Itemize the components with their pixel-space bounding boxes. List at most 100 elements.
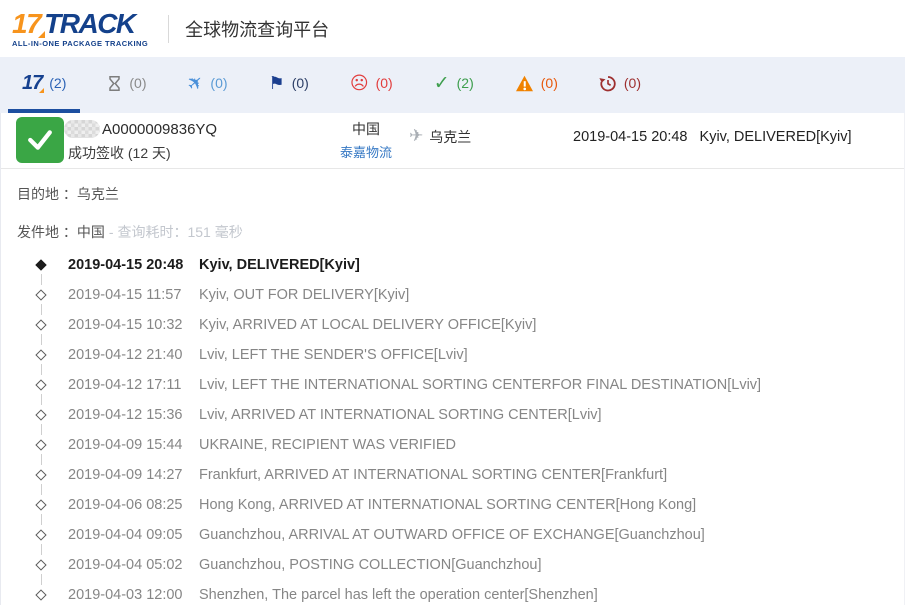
event-status: Kyiv, OUT FOR DELIVERY[Kyiv] (199, 287, 410, 303)
sad-face-icon: ☹ (349, 73, 369, 93)
check-icon: ✓ (433, 72, 450, 94)
diamond-hollow-icon (35, 349, 47, 361)
timeline-event: 2019-04-09 15:44 UKRAINE, RECIPIENT WAS V… (1, 430, 904, 465)
tab-arrived[interactable]: ⚑ (0) (255, 57, 323, 113)
warning-icon (515, 75, 533, 91)
logo-track: TRACK (44, 7, 136, 39)
origin-column: 中国 泰嘉物流 (331, 119, 401, 162)
latest-event-time: 2019-04-15 20:48 (573, 129, 688, 145)
timeline-event: 2019-04-12 21:40 Lviv, LEFT THE SENDER'S … (1, 340, 904, 375)
tab-exception[interactable]: (0) (501, 57, 572, 113)
delivered-check-icon (16, 117, 64, 163)
event-date: 2019-04-04 09:05 (68, 527, 183, 543)
history-icon (599, 76, 616, 92)
tab-expired[interactable]: (0) (585, 57, 655, 113)
tab-delivered[interactable]: ✓ (2) (420, 57, 488, 113)
event-date: 2019-04-15 20:48 (68, 257, 184, 273)
timeline-event: 2019-04-03 12:00 Shenzhen, The parcel has… (1, 580, 904, 605)
diamond-hollow-icon (35, 529, 47, 541)
event-status: Lviv, LEFT THE INTERNATIONAL SORTING CEN… (199, 377, 762, 393)
origin-value: 中国 (76, 224, 105, 240)
tab-count: (0) (623, 75, 641, 91)
event-status: Lviv, LEFT THE SENDER'S OFFICE[Lviv] (199, 347, 468, 363)
diamond-hollow-icon (35, 499, 47, 511)
header-divider (168, 14, 170, 43)
shipment-card[interactable]: A0000009836YQ 成功签收 (12 天) 中国 泰嘉物流 ✈ 乌克兰 … (1, 113, 904, 169)
tab-count: (0) (375, 75, 393, 91)
diamond-filled-icon (35, 259, 47, 271)
tracking-timeline: 2019-04-15 20:48 Kyiv, DELIVERED[Kyiv] 201… (1, 250, 904, 605)
logo-wordmark: 17 TRACK (12, 7, 148, 39)
flag-icon: ⚑ (268, 73, 285, 93)
event-date: 2019-04-12 17:11 (68, 377, 182, 393)
event-date: 2019-04-15 10:32 (68, 317, 183, 333)
event-status: Hong Kong, ARRIVED AT INTERNATIONAL SORT… (199, 497, 697, 513)
tab-transit[interactable]: ✈ (0) (174, 57, 242, 113)
timeline-event: 2019-04-12 17:11 Lviv, LEFT THE INTERNATI… (1, 370, 904, 405)
event-status: Shenzhen, The parcel has left the operat… (199, 587, 598, 603)
diamond-hollow-icon (35, 409, 47, 421)
diamond-hollow-icon (35, 379, 47, 391)
timeline-event: 2019-04-15 10:32 Kyiv, ARRIVED AT LOCAL D… (1, 310, 904, 345)
event-status: Kyiv, DELIVERED[Kyiv] (199, 257, 360, 273)
destination-row: 目的地 ： 乌克兰 (17, 183, 904, 205)
17track-logo[interactable]: 17 TRACK ALL-IN-ONE PACKAGE TRACKING (12, 7, 149, 48)
origin-label: 发件地 ： (17, 224, 77, 240)
shipment-info: A0000009836YQ 成功签收 (12 天) (64, 118, 217, 163)
destination-value: 乌克兰 (76, 186, 119, 202)
event-status: UKRAINE, RECIPIENT WAS VERIFIED (199, 437, 457, 453)
diamond-hollow-icon (35, 319, 47, 331)
hourglass-icon (109, 75, 121, 91)
timeline-event: 2019-04-15 20:48 Kyiv, DELIVERED[Kyiv] (1, 250, 904, 285)
tab-all[interactable]: 17 (2) (8, 57, 81, 113)
event-date: 2019-04-04 05:02 (68, 557, 183, 573)
tracking-number-text: A0000009836YQ (102, 120, 218, 138)
event-status: Lviv, ARRIVED AT INTERNATIONAL SORTING C… (199, 407, 602, 423)
logo-tagline: ALL-IN-ONE PACKAGE TRACKING (12, 38, 149, 48)
diamond-hollow-icon (35, 289, 47, 301)
diamond-hollow-icon (35, 589, 47, 601)
route-plane-icon: ✈ (409, 126, 424, 145)
results-panel: A0000009836YQ 成功签收 (12 天) 中国 泰嘉物流 ✈ 乌克兰 … (0, 113, 905, 605)
event-status: Guanchzhou, POSTING COLLECTION[Guanchzho… (199, 557, 542, 573)
tab-undelivered[interactable]: ☹ (0) (336, 57, 407, 113)
privacy-blur (64, 120, 100, 138)
timeline-event: 2019-04-06 08:25 Hong Kong, ARRIVED AT IN… (1, 490, 904, 525)
timeline-event: 2019-04-15 11:57 Kyiv, OUT FOR DELIVERY[K… (1, 280, 904, 315)
destination-country: 乌克兰 (429, 129, 472, 145)
header: 17 TRACK ALL-IN-ONE PACKAGE TRACKING 全球物流… (0, 0, 905, 57)
logo-wedge-icon (38, 30, 46, 38)
diamond-hollow-icon (35, 469, 47, 481)
event-date: 2019-04-06 08:25 (68, 497, 183, 513)
seventeen-logo-icon: 17 (22, 71, 45, 94)
tab-count: (2) (49, 75, 67, 91)
diamond-hollow-icon (35, 559, 47, 571)
17track-results-page: 17 TRACK ALL-IN-ONE PACKAGE TRACKING 全球物流… (0, 0, 905, 605)
tab-pending[interactable]: (0) (93, 57, 160, 113)
destination-label: 目的地 ： (17, 186, 77, 202)
shipment-meta: 目的地 ： 乌克兰 发件地 ： 中国 - 查询耗时：151 毫秒 (1, 169, 904, 243)
event-status: Guanchzhou, ARRIVAL AT OUTWARD OFFICE OF… (199, 527, 705, 543)
tab-count: (0) (129, 75, 147, 91)
event-date: 2019-04-12 15:36 (68, 407, 183, 423)
tab-count: (2) (456, 75, 474, 91)
status-filter-tabbar: 17 (2) (0) ✈ (0) ⚑ (0) ☹ (0) ✓ (2) (0) (0) (0, 57, 905, 113)
event-date: 2019-04-09 15:44 (68, 437, 183, 453)
page-title: 全球物流查询平台 (185, 19, 330, 40)
event-date: 2019-04-12 21:40 (68, 347, 183, 363)
tracking-number: A0000009836YQ (64, 118, 217, 140)
check-glyph (28, 130, 52, 150)
event-status: Kyiv, ARRIVED AT LOCAL DELIVERY OFFICE[K… (199, 317, 537, 333)
origin-country: 中国 (352, 121, 380, 137)
timeline-event: 2019-04-09 14:27 Frankfurt, ARRIVED AT IN… (1, 460, 904, 495)
event-date: 2019-04-03 12:00 (68, 587, 183, 603)
timeline-event: 2019-04-12 15:36 Lviv, ARRIVED AT INTERNA… (1, 400, 904, 435)
timeline-event: 2019-04-04 09:05 Guanchzhou, ARRIVAL AT O… (1, 520, 904, 555)
delivery-status-text: 成功签收 (12 天) (68, 145, 171, 161)
route: 中国 泰嘉物流 ✈ 乌克兰 (331, 119, 471, 162)
plane-icon: ✈ (182, 69, 209, 97)
carrier-link[interactable]: 泰嘉物流 (340, 142, 392, 161)
query-time-note: - 查询耗时：151 毫秒 (108, 224, 243, 240)
tab-count: (0) (210, 75, 228, 91)
event-status: Frankfurt, ARRIVED AT INTERNATIONAL SORT… (199, 467, 668, 483)
